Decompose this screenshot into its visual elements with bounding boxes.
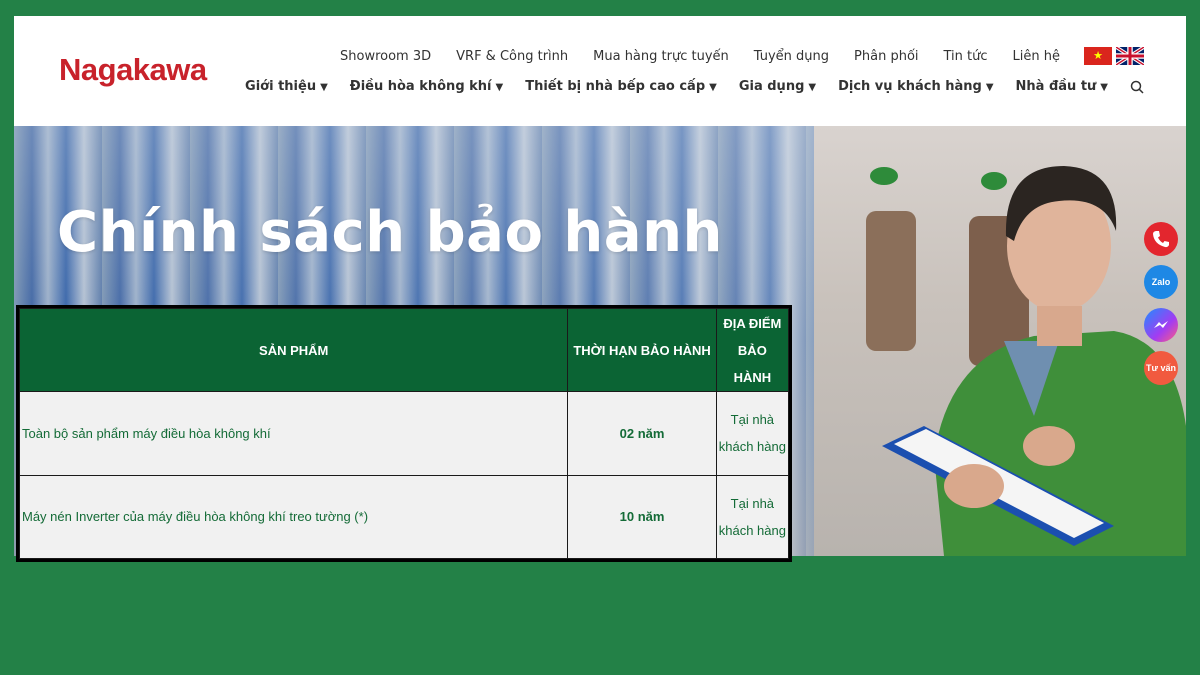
vietnam-flag-icon[interactable]: ★ xyxy=(1084,47,1112,65)
chevron-down-icon: ▼ xyxy=(495,82,504,93)
table-row: Toàn bộ sản phẩm máy điều hòa không khí … xyxy=(18,391,790,476)
worker-illustration xyxy=(866,166,1186,556)
top-nav-showroom[interactable]: Showroom 3D xyxy=(340,49,431,64)
main-nav-kitchen[interactable]: Thiết bị nhà bếp cao cấp ▼ xyxy=(525,79,717,94)
table-row: Máy nén Inverter của máy điều hòa không … xyxy=(18,474,790,559)
top-nav-news[interactable]: Tin tức xyxy=(944,49,988,64)
chevron-down-icon: ▼ xyxy=(808,82,817,93)
table-header-row: SẢN PHẨM THỜI HẠN BẢO HÀNH ĐỊA ĐIỂM BẢO … xyxy=(18,308,790,392)
consult-label: Tư vấn xyxy=(1145,363,1177,373)
cell-location: Tại nhà khách hàng xyxy=(715,391,790,476)
cell-location: Tại nhà khách hàng xyxy=(715,474,790,559)
zalo-button[interactable]: Zalo xyxy=(1144,265,1178,299)
main-nav-investors[interactable]: Nhà đầu tư ▼ xyxy=(1016,79,1108,94)
top-nav-contact[interactable]: Liên hệ xyxy=(1013,49,1060,64)
top-nav-vrf[interactable]: VRF & Công trình xyxy=(456,49,568,64)
messenger-icon xyxy=(1154,321,1168,328)
phone-button[interactable] xyxy=(1144,222,1178,256)
warranty-table: SẢN PHẨM THỜI HẠN BẢO HÀNH ĐỊA ĐIỂM BẢO … xyxy=(16,305,792,562)
main-nav-household[interactable]: Gia dụng ▼ xyxy=(739,79,816,94)
main-nav-about[interactable]: Giới thiệu ▼ xyxy=(245,79,328,94)
cell-product: Toàn bộ sản phẩm máy điều hòa không khí xyxy=(18,391,569,476)
page-title: Chính sách bảo hành xyxy=(57,200,723,265)
search-icon[interactable] xyxy=(1130,80,1144,94)
uk-flag-icon[interactable] xyxy=(1116,47,1144,65)
chevron-down-icon: ▼ xyxy=(985,82,994,93)
phone-icon xyxy=(1153,231,1169,248)
consult-button[interactable]: Tư vấn xyxy=(1144,351,1178,385)
column-header-location: ĐỊA ĐIỂM BẢO HÀNH xyxy=(715,308,790,392)
main-nav: Giới thiệu ▼ Điều hòa không khí ▼ Thiết bị… xyxy=(223,79,1144,94)
column-header-term: THỜI HẠN BẢO HÀNH xyxy=(567,308,717,392)
brand-logo[interactable]: Nagakawa xyxy=(59,52,207,88)
chevron-down-icon: ▼ xyxy=(709,82,717,93)
main-nav-air-conditioner[interactable]: Điều hòa không khí ▼ xyxy=(350,79,503,94)
chevron-down-icon: ▼ xyxy=(1100,82,1108,93)
cell-term: 02 năm xyxy=(567,391,717,476)
top-nav-careers[interactable]: Tuyển dụng xyxy=(754,49,829,64)
cell-term: 10 năm xyxy=(567,474,717,559)
top-nav: Showroom 3D VRF & Công trình Mua hàng tr… xyxy=(315,47,1144,65)
site-header: Nagakawa Showroom 3D VRF & Công trình Mu… xyxy=(14,16,1186,126)
top-nav-distribution[interactable]: Phân phối xyxy=(854,49,918,64)
top-nav-shop[interactable]: Mua hàng trực tuyến xyxy=(593,49,729,64)
zalo-icon: Zalo xyxy=(1151,277,1171,287)
cell-product: Máy nén Inverter của máy điều hòa không … xyxy=(18,474,569,559)
column-header-product: SẢN PHẨM xyxy=(18,308,569,392)
messenger-button[interactable] xyxy=(1144,308,1178,342)
main-nav-customer-service[interactable]: Dịch vụ khách hàng ▼ xyxy=(838,79,993,94)
chevron-down-icon: ▼ xyxy=(320,82,328,93)
